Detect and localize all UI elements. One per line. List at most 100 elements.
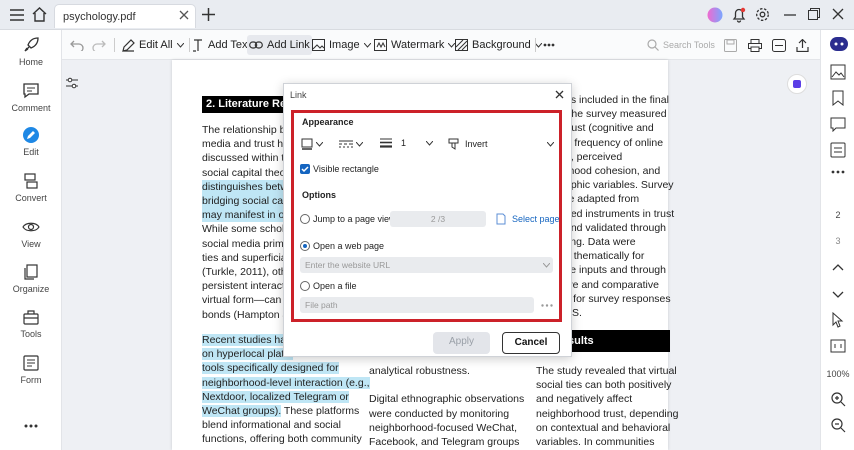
save-icon[interactable]: [724, 37, 737, 53]
share-icon[interactable]: [796, 37, 809, 53]
page-number-field[interactable]: 2 /3: [390, 211, 486, 227]
open-file-radio[interactable]: [300, 281, 310, 291]
right-rail: 2 3 100%: [820, 30, 854, 450]
text-line: The survey measured: [565, 108, 667, 121]
line-width-select[interactable]: 1: [380, 138, 433, 148]
text-line: d thematically for: [565, 250, 645, 263]
menu-icon[interactable]: [10, 9, 24, 21]
chevron-down-icon[interactable]: [830, 286, 846, 302]
sidebar-item-convert[interactable]: Convert: [0, 172, 62, 214]
link-dialog: Link Appearance 1 Invert Visible rectang…: [283, 83, 572, 357]
line-style-select[interactable]: [339, 139, 363, 149]
image-label: Image: [329, 39, 360, 51]
chevron-down-icon[interactable]: [543, 263, 550, 268]
ai-assistant-icon[interactable]: [830, 37, 848, 51]
visible-rectangle-label: Visible rectangle: [313, 164, 379, 174]
chevron-down-icon: [547, 141, 554, 147]
scan-icon[interactable]: [772, 37, 786, 53]
sidebar-item-form[interactable]: Form: [0, 354, 62, 396]
zoom-in-icon[interactable]: [830, 391, 846, 407]
open-web-page-label: Open a web page: [313, 241, 385, 251]
add-text-button[interactable]: Add Text: [192, 37, 251, 53]
highlight-mode-select[interactable]: Invert: [448, 138, 554, 150]
image-button[interactable]: Image: [312, 37, 371, 53]
visible-rectangle-checkbox[interactable]: [300, 164, 310, 174]
close-window-icon[interactable]: [832, 8, 844, 20]
text-span: on hyperlocal platfo: [202, 348, 294, 361]
more-icon[interactable]: [24, 424, 38, 428]
fit-page-icon[interactable]: [830, 338, 846, 354]
page-number-next[interactable]: 3: [821, 236, 854, 246]
image-icon: [312, 39, 325, 51]
document-tab[interactable]: psychology.pdf: [54, 4, 196, 28]
text-line: social ties can both positively: [536, 379, 672, 392]
attachment-panel-icon[interactable]: [830, 142, 846, 158]
add-link-button[interactable]: Add Link: [247, 35, 312, 55]
text-line: on hyperlocal platfo: [202, 347, 294, 361]
line-width-value: 1: [401, 138, 407, 148]
text-line: variables. In communities: [536, 436, 655, 448]
text-line: (Turkle, 2011), other: [202, 266, 296, 278]
bell-icon[interactable]: [732, 7, 746, 23]
sidebar-item-home[interactable]: Home: [0, 36, 62, 78]
sidebar-item-comment[interactable]: Comment: [0, 82, 62, 124]
print-icon[interactable]: [748, 37, 762, 53]
jump-to-page-radio[interactable]: [300, 214, 310, 224]
redo-icon[interactable]: [92, 37, 106, 53]
open-web-page-radio[interactable]: [300, 241, 310, 251]
search-tools[interactable]: Search Tools: [647, 37, 715, 53]
pencil-icon: [122, 38, 135, 52]
sidebar-item-tools[interactable]: Tools: [0, 308, 62, 350]
organize-icon: [22, 263, 40, 281]
close-icon[interactable]: [555, 90, 564, 99]
properties-toggle-icon[interactable]: [66, 77, 78, 89]
background-button[interactable]: Background: [455, 37, 542, 53]
file-path-input[interactable]: File path: [300, 297, 534, 313]
sidebar-item-view[interactable]: View: [0, 218, 62, 260]
bookmark-icon[interactable]: [830, 90, 846, 106]
text-line: social capital theory: [202, 166, 295, 179]
avatar[interactable]: [707, 7, 723, 23]
undo-icon[interactable]: [70, 37, 84, 53]
apply-button[interactable]: Apply: [433, 332, 490, 354]
link-icon: [249, 41, 263, 49]
zoom-level[interactable]: 100%: [821, 369, 854, 379]
zoom-out-icon[interactable]: [830, 417, 846, 433]
text-line: persistent interacti: [202, 280, 288, 293]
text-span: tools specifically designed for: [202, 362, 339, 375]
sidebar-item-organize[interactable]: Organize: [0, 263, 62, 305]
edit-all-button[interactable]: Edit All: [122, 37, 184, 53]
select-page-link[interactable]: Select page: [512, 214, 560, 224]
browse-file-icon[interactable]: [541, 304, 553, 307]
text-line: discussed within the: [202, 152, 296, 165]
home-icon[interactable]: [32, 7, 47, 22]
sidebar-item-label: View: [21, 239, 41, 249]
sidebar-item-edit[interactable]: Edit: [0, 126, 62, 168]
website-url-input[interactable]: Enter the website URL: [300, 257, 553, 273]
text-line: re adapted from: [565, 193, 640, 206]
watermark-icon: [374, 39, 387, 51]
image-panel-icon[interactable]: [830, 64, 846, 80]
minimize-icon[interactable]: [784, 14, 796, 16]
cursor-icon[interactable]: [830, 312, 846, 328]
more-panels-icon[interactable]: [830, 170, 846, 186]
text-line: functions, offering both community: [202, 432, 362, 446]
convert-icon: [22, 172, 40, 190]
rectangle-style-select[interactable]: [301, 138, 323, 150]
comment-panel-icon[interactable]: [830, 116, 846, 132]
ai-float-icon[interactable]: [787, 74, 807, 94]
text-line: hed instruments in trust: [565, 207, 675, 220]
chevron-down-icon: [356, 141, 363, 147]
watermark-button[interactable]: Watermark: [374, 37, 456, 53]
restore-icon[interactable]: [808, 8, 820, 20]
open-file-label: Open a file: [313, 281, 357, 291]
chevron-up-icon[interactable]: [830, 260, 846, 276]
close-icon[interactable]: [179, 10, 189, 20]
eye-icon: [22, 218, 40, 236]
page-number-current[interactable]: 2: [821, 210, 854, 220]
text-line: ), frequency of online: [565, 136, 664, 149]
more-tools-icon[interactable]: [543, 37, 555, 53]
cancel-button[interactable]: Cancel: [502, 332, 560, 354]
gear-icon[interactable]: [755, 7, 770, 22]
new-tab-icon[interactable]: [202, 8, 215, 21]
